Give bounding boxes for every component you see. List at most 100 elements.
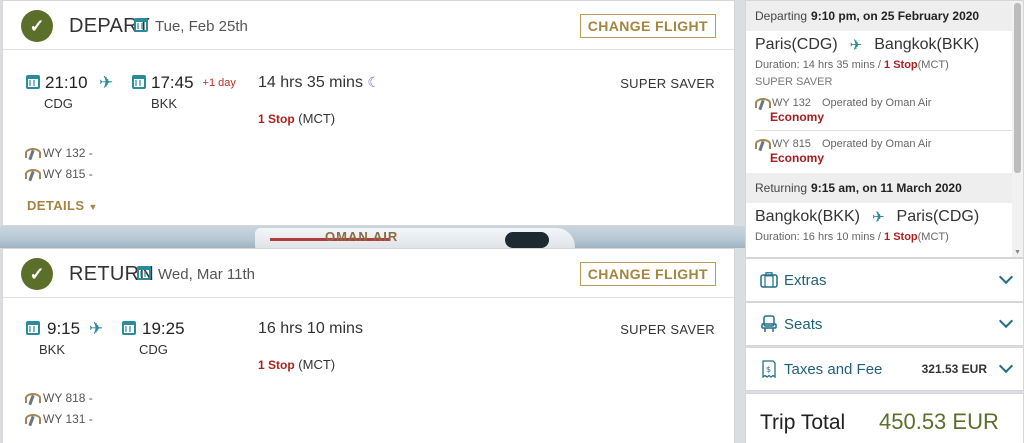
scroll-down-arrow-icon[interactable]: ▼ — [1014, 249, 1021, 256]
segment-operator: Operated by Oman Air — [821, 97, 932, 109]
check-icon: ✓ — [21, 10, 53, 42]
stops-via: (MCT) — [298, 357, 336, 372]
returning-header: Returning 9:15 am, on 11 March 2020 — [746, 173, 1023, 203]
flight-item: WY 131 - — [25, 408, 93, 429]
details-link[interactable]: DETAILS ▼ — [27, 198, 98, 213]
return-card: ✓ RETURN Wed, Mar 11th CHANGE FLIGHT 9:1… — [2, 248, 735, 443]
route-from: Bangkok(BKK) — [755, 208, 860, 225]
segment-operator: Operated by Oman Air — [821, 138, 932, 150]
segment-row: WY 815 Operated by Oman Air — [746, 137, 1023, 151]
depart-fare: SUPER SAVER — [620, 76, 715, 91]
stops-count: 1 Stop — [884, 231, 918, 243]
summary-scrollbar[interactable]: ▼ — [1012, 1, 1023, 257]
extras-accordion[interactable]: Extras — [745, 258, 1024, 302]
return-depart-time: 9:15 — [47, 319, 81, 338]
return-duration: 16 hrs 10 mins — [258, 320, 363, 337]
departing-duration: Duration: 14 hrs 35 mins / 1 Stop(MCT) — [746, 59, 1023, 71]
seats-label: Seats — [784, 315, 823, 333]
stops-count: 1 Stop — [258, 112, 295, 126]
oman-air-logo-icon — [25, 412, 41, 426]
return-header: ✓ RETURN Wed, Mar 11th CHANGE FLIGHT — [3, 249, 734, 298]
airplane-livery-text: OMAN AIR — [325, 229, 399, 244]
depart-date: Tue, Feb 25th — [155, 18, 248, 35]
depart-card: ✓ DEPART Tue, Feb 25th CHANGE FLIGHT 21:… — [2, 0, 735, 226]
route-to: Bangkok(BKK) — [874, 36, 980, 53]
stops-count: 1 Stop — [884, 59, 918, 71]
arrival-time-value: 17:45 — [151, 73, 194, 92]
trip-summary-panel[interactable]: Departing 9:10 pm, on 25 February 2020 P… — [745, 0, 1024, 258]
depart-stops: 1 Stop (MCT) — [258, 111, 335, 126]
depart-duration: 14 hrs 35 mins ☾ — [258, 74, 380, 92]
airplane-engine — [505, 232, 549, 248]
calendar-icon — [137, 266, 151, 280]
stops-via: (MCT) — [917, 59, 949, 71]
flight-item: WY 815 - — [25, 163, 93, 184]
departing-route: Paris(CDG) ✈ Bangkok(BKK) — [746, 31, 1023, 59]
stops-via: (MCT) — [298, 111, 336, 126]
background-banner: OMAN AIR — [0, 226, 745, 248]
segment-flight: WY 132 — [772, 97, 811, 109]
luggage-icon — [760, 271, 778, 289]
departing-label: Departing — [755, 9, 808, 23]
depart-header: ✓ DEPART Tue, Feb 25th CHANGE FLIGHT — [3, 1, 734, 50]
return-flight-list: WY 818 - WY 131 - — [25, 387, 93, 429]
caret-down-icon: ▼ — [88, 202, 98, 212]
plane-icon: ✈ — [99, 73, 114, 92]
flight-number: WY 132 - — [43, 145, 93, 160]
departing-header: Departing 9:10 pm, on 25 February 2020 — [746, 1, 1023, 31]
scrollbar-thumb[interactable] — [1014, 3, 1021, 173]
plane-icon: ✈ — [849, 37, 863, 54]
calendar-icon — [134, 18, 148, 32]
depart-duration-text: 14 hrs 35 mins — [258, 74, 363, 91]
divider — [755, 130, 1014, 131]
returning-label: Returning — [755, 181, 808, 195]
depart-destination-code: BKK — [151, 96, 178, 111]
segment-row: WY 132 Operated by Oman Air — [746, 96, 1023, 110]
depart-flight-list: WY 132 - WY 815 - — [25, 142, 93, 184]
route-to: Paris(CDG) — [896, 208, 980, 225]
stops-via: (MCT) — [917, 231, 949, 243]
return-arrival-time: 19:25 — [142, 319, 185, 338]
change-flight-button[interactable]: CHANGE FLIGHT — [579, 14, 716, 38]
flight-item: WY 818 - — [25, 387, 93, 408]
oman-air-logo-icon — [25, 167, 41, 181]
arrival-time: 17:45 +1 day — [151, 73, 236, 93]
seat-icon — [760, 315, 778, 333]
trip-total-value: 450.53 EUR — [879, 409, 999, 434]
oman-air-logo-icon — [755, 96, 771, 110]
change-flight-button[interactable]: CHANGE FLIGHT — [579, 262, 716, 286]
plus-day-badge: +1 day — [202, 77, 236, 89]
trip-total: Trip Total 450.53 EUR — [745, 393, 1024, 443]
plane-icon: ✈ — [89, 319, 104, 338]
return-destination-code: CDG — [139, 342, 168, 357]
chevron-down-icon — [998, 358, 1014, 378]
chevron-down-icon — [998, 269, 1014, 289]
calendar-icon — [122, 321, 136, 335]
depart-time: 21:10 — [45, 73, 88, 92]
details-label: DETAILS — [27, 198, 85, 213]
overnight-icon: ☾ — [367, 74, 380, 90]
segment-flight: WY 815 — [772, 138, 811, 150]
returning-route: Bangkok(BKK) ✈ Paris(CDG) — [746, 203, 1023, 231]
return-stops: 1 Stop (MCT) — [258, 357, 335, 372]
oman-air-logo-icon — [25, 146, 41, 160]
flight-item: WY 132 - — [25, 142, 93, 163]
extras-label: Extras — [784, 271, 827, 289]
returning-when: 9:15 am, on 11 March 2020 — [811, 181, 962, 195]
flight-number: WY 815 - — [43, 166, 93, 181]
taxes-accordion[interactable]: $ Taxes and Fee 321.53 EUR — [745, 347, 1024, 391]
receipt-icon: $ — [760, 360, 778, 378]
flight-number: WY 818 - — [43, 390, 93, 405]
duration-text: Duration: 16 hrs 10 mins / — [755, 231, 881, 243]
calendar-icon — [132, 75, 146, 89]
departing-fare: SUPER SAVER — [755, 76, 833, 88]
chevron-down-icon — [998, 313, 1014, 333]
oman-air-logo-icon — [755, 137, 771, 151]
seats-accordion[interactable]: Seats — [745, 302, 1024, 346]
trip-total-label: Trip Total — [760, 411, 846, 434]
svg-text:$: $ — [766, 365, 771, 374]
flight-number: WY 131 - — [43, 411, 93, 426]
duration-text: Duration: 14 hrs 35 mins / — [755, 59, 881, 71]
stops-count: 1 Stop — [258, 358, 295, 372]
return-fare: SUPER SAVER — [620, 322, 715, 337]
